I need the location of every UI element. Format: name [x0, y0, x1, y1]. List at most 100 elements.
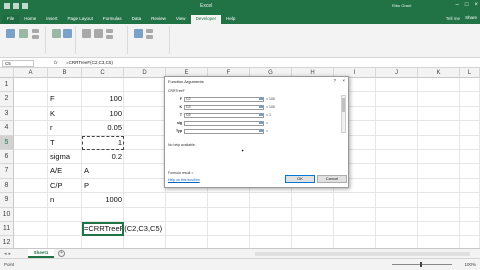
- visual-basic-icon[interactable]: [6, 29, 15, 38]
- cell-c8[interactable]: P: [84, 179, 89, 193]
- tab-page-layout[interactable]: Page Layout: [63, 15, 98, 24]
- redo-icon[interactable]: [22, 3, 28, 9]
- tab-help[interactable]: Help: [221, 15, 240, 24]
- row-header-8[interactable]: 8: [0, 178, 14, 194]
- range-select-icon[interactable]: [259, 121, 263, 124]
- row-header-3[interactable]: 3: [0, 106, 14, 122]
- row-header-7[interactable]: 7: [0, 164, 14, 179]
- view-code-icon[interactable]: [106, 35, 113, 39]
- arg-input-t[interactable]: C5: [184, 112, 264, 118]
- excel-add-ins-icon[interactable]: [63, 29, 72, 38]
- row-header-11[interactable]: 11: [0, 222, 14, 237]
- undo-icon[interactable]: [13, 3, 19, 9]
- tab-view[interactable]: View: [171, 15, 191, 24]
- cell-b7[interactable]: A/E: [50, 164, 62, 178]
- expansion-packs-icon[interactable]: [146, 35, 153, 39]
- tab-formulas[interactable]: Formulas: [98, 15, 127, 24]
- cell-b5[interactable]: T: [50, 136, 55, 150]
- close-icon[interactable]: ×: [474, 2, 478, 8]
- xml-source-icon[interactable]: [134, 29, 143, 38]
- help-icon[interactable]: ?: [333, 78, 336, 83]
- tab-home[interactable]: Home: [19, 15, 41, 24]
- share-button[interactable]: Share: [465, 15, 477, 20]
- column-header-a[interactable]: A: [14, 68, 48, 78]
- record-macro-icon[interactable]: [32, 29, 39, 33]
- relative-references-icon[interactable]: [32, 35, 39, 39]
- cell-b6[interactable]: sigma: [50, 150, 70, 164]
- row-header-6[interactable]: 6: [0, 150, 14, 165]
- insert-control-icon[interactable]: [82, 29, 91, 38]
- cell-c7[interactable]: A: [84, 164, 89, 178]
- tab-data[interactable]: Data: [127, 15, 147, 24]
- dialog-scrollbar[interactable]: [341, 95, 346, 133]
- cell-b8[interactable]: C/P: [50, 179, 63, 193]
- cell-b3[interactable]: K: [50, 107, 55, 121]
- maximize-icon[interactable]: □: [465, 2, 469, 8]
- tab-file[interactable]: File: [2, 15, 20, 24]
- ok-button[interactable]: OK: [285, 175, 315, 183]
- column-header-b[interactable]: B: [48, 68, 82, 78]
- properties-icon[interactable]: [106, 29, 113, 33]
- tell-me-search[interactable]: Tell me: [446, 16, 460, 21]
- scroll-thumb[interactable]: [342, 98, 345, 112]
- sheet-nav-icon[interactable]: ◂▸: [4, 251, 13, 257]
- arg-row-k: K C3 = 100: [168, 104, 338, 110]
- arg-input-f[interactable]: C2: [184, 96, 264, 102]
- row-header-2[interactable]: 2: [0, 92, 14, 107]
- excel-window: Excel Ribu Grant – □ × File Home Insert …: [0, 0, 480, 270]
- add-ins-icon[interactable]: [52, 29, 61, 38]
- name-box[interactable]: C5: [2, 60, 34, 67]
- formula-input[interactable]: =CRRTreeF(C2,C3,C5): [66, 60, 113, 66]
- tab-insert[interactable]: Insert: [41, 15, 62, 24]
- mouse-cursor-icon: ✦: [241, 148, 245, 153]
- status-bar: Point 100%: [0, 258, 480, 270]
- cell-c6[interactable]: 0.2: [82, 150, 122, 164]
- add-sheet-button[interactable]: +: [58, 250, 65, 257]
- range-select-icon[interactable]: [259, 113, 263, 116]
- range-select-icon[interactable]: [259, 105, 263, 108]
- cell-c9[interactable]: 1000: [82, 193, 122, 207]
- column-header-k[interactable]: K: [418, 68, 460, 78]
- cell-b4[interactable]: r: [50, 121, 53, 135]
- tab-review[interactable]: Review: [146, 15, 171, 24]
- close-icon[interactable]: ×: [342, 78, 345, 83]
- user-name[interactable]: Ribu Grant: [392, 3, 411, 8]
- cell-c2[interactable]: 100: [82, 92, 122, 106]
- select-all-corner[interactable]: [0, 68, 14, 78]
- column-header-j[interactable]: J: [376, 68, 418, 78]
- row-header-4[interactable]: 4: [0, 121, 14, 136]
- range-select-icon[interactable]: [259, 97, 263, 100]
- arg-label: sig: [176, 121, 182, 125]
- map-properties-icon[interactable]: [146, 29, 153, 33]
- design-mode-icon[interactable]: [94, 29, 103, 38]
- function-arguments-dialog: Function Arguments ? × CRRTreeF F C2 = 1…: [164, 76, 349, 188]
- cell-b9[interactable]: n: [50, 193, 54, 207]
- minimize-icon[interactable]: –: [456, 2, 459, 8]
- macros-icon[interactable]: [19, 29, 28, 38]
- row-header-9[interactable]: 9: [0, 193, 14, 208]
- zoom-level[interactable]: 100%: [464, 262, 476, 267]
- row-header-10[interactable]: 10: [0, 207, 14, 222]
- tab-developer[interactable]: Developer: [190, 15, 222, 24]
- help-link[interactable]: Help on this function: [168, 178, 200, 182]
- arg-input-k[interactable]: C3: [184, 104, 264, 110]
- insert-function-icon[interactable]: fx: [54, 60, 58, 65]
- column-header-c[interactable]: C: [82, 68, 124, 78]
- cell-c3[interactable]: 100: [82, 107, 122, 121]
- range-select-icon[interactable]: [259, 129, 263, 132]
- sheet-tab[interactable]: Sheet1: [28, 249, 54, 258]
- cell-c4[interactable]: 0.05: [82, 121, 122, 135]
- arg-result: =: [266, 121, 269, 125]
- cell-b2[interactable]: F: [50, 92, 55, 106]
- arg-input-sig[interactable]: [184, 120, 264, 126]
- column-header-d[interactable]: D: [124, 68, 166, 78]
- column-header-l[interactable]: L: [460, 68, 480, 78]
- horizontal-scrollbar[interactable]: [255, 252, 470, 256]
- arg-input-typ[interactable]: [184, 128, 264, 134]
- row-header-5[interactable]: 5: [0, 135, 14, 150]
- cancel-button[interactable]: Cancel: [317, 175, 347, 183]
- zoom-knob[interactable]: [420, 262, 422, 267]
- save-icon[interactable]: [4, 3, 10, 9]
- zoom-slider[interactable]: [392, 262, 452, 267]
- row-header-1[interactable]: 1: [0, 78, 14, 93]
